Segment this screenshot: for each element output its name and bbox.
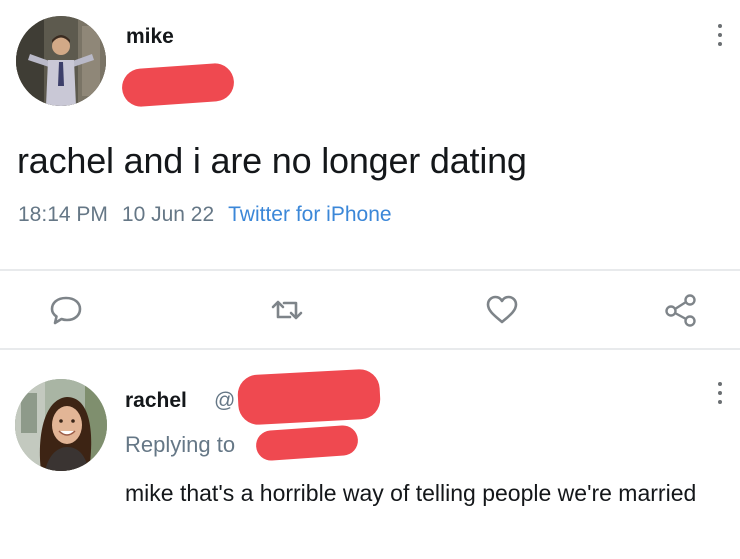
tweet-source-link[interactable]: Twitter for iPhone (228, 203, 391, 226)
tweet-date: 10 Jun 22 (121, 203, 215, 226)
share-icon[interactable] (662, 291, 700, 329)
reply-author-name[interactable]: rachel (125, 389, 187, 413)
replying-to-label: Replying to (125, 432, 236, 457)
redacted-handle (120, 62, 236, 108)
more-options-icon[interactable] (716, 24, 724, 46)
tweet-actions (0, 275, 740, 347)
redacted-replying-handle (255, 424, 359, 462)
tweet-text: rachel and i are no longer dating (17, 140, 527, 181)
retweet-icon[interactable] (268, 291, 306, 329)
tweet-meta: 18:14 PM 10 Jun 22 Twitter for iPhone (18, 203, 392, 227)
avatar-photo (15, 379, 107, 471)
divider (0, 269, 740, 271)
reply-text: mike that's a horrible way of telling pe… (125, 480, 697, 506)
avatar[interactable] (16, 16, 106, 106)
tweet-time: 18:14 PM (18, 203, 108, 226)
reply-handle-prefix: @ (214, 389, 236, 412)
divider (0, 348, 740, 350)
reply-icon[interactable] (47, 291, 85, 329)
avatar-photo (16, 16, 106, 106)
main-tweet: mike rachel and i are no longer dating 1… (0, 0, 740, 350)
redacted-handle (236, 368, 382, 426)
author-name[interactable]: mike (126, 25, 174, 49)
reply-avatar[interactable] (15, 379, 107, 471)
heart-icon[interactable] (483, 291, 521, 329)
reply-more-options-icon[interactable] (716, 382, 724, 404)
